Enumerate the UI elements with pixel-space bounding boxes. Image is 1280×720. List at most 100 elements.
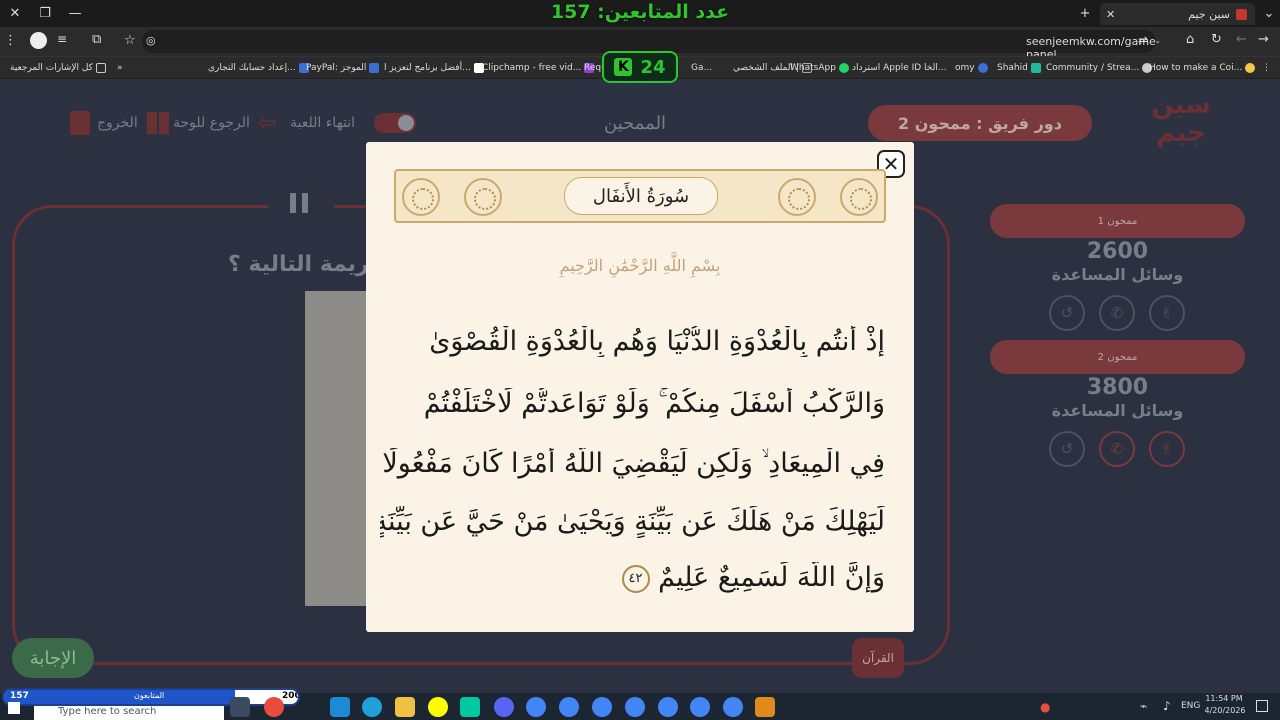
chrome-icon[interactable] — [526, 697, 546, 717]
volume-icon[interactable]: ♪ — [1163, 699, 1171, 713]
surah-title: سُورَةُ الأَنفَال — [564, 177, 718, 215]
team-1-call-lifeline-icon[interactable]: ✆ — [1099, 295, 1135, 331]
site-favicon — [1236, 8, 1247, 20]
windows-start-icon[interactable] — [8, 702, 20, 714]
quran-button[interactable]: القرآن — [852, 638, 904, 678]
chrome-icon[interactable] — [723, 697, 743, 717]
notifications-icon[interactable] — [1256, 700, 1268, 712]
bookmark-item[interactable]: How to make a Coi... — [1149, 61, 1256, 75]
new-tab-button[interactable]: + — [1070, 0, 1100, 27]
back-to-board-button[interactable]: الرجوع للوحة — [173, 115, 250, 131]
bookmarks-more-icon[interactable]: ⋮ — [1262, 61, 1271, 75]
bookmark-item[interactable]: WhatsApp — [790, 61, 849, 75]
restore-window-icon[interactable]: ❐ — [30, 0, 60, 27]
network-icon[interactable]: ⌁ — [1140, 699, 1147, 713]
search-box[interactable]: Type here to search — [34, 706, 224, 720]
tab-close-icon[interactable]: ✕ — [1106, 8, 1115, 21]
chrome-icon[interactable] — [690, 697, 710, 717]
bookmark-item[interactable]: أفضل برنامج لتعزيز ا... — [384, 61, 484, 75]
ayah-line-4: لِّيَهْلِكَ مَنْ هَلَكَ عَن بَيِّنَةٍ وَ… — [380, 506, 885, 537]
reader-mode-icon[interactable]: ◎ — [146, 34, 156, 47]
tab-search-icon[interactable]: ⌄ — [1254, 0, 1280, 27]
task-view-icon[interactable] — [230, 697, 250, 717]
extensions-icon[interactable]: ⧉ — [92, 32, 101, 47]
file-explorer-icon[interactable] — [395, 697, 415, 717]
site-icon — [977, 63, 988, 73]
app-icon[interactable] — [460, 697, 480, 717]
back-icon[interactable]: → — [1258, 32, 1269, 47]
bookmark-all-folder[interactable]: كل الإشارات المرجعية — [10, 61, 106, 75]
bookmark-item[interactable]: Community / Strea... — [1046, 61, 1153, 75]
omnibox[interactable]: ☆ ◎ seenjeemkw.com/game-panel ⇌ — [124, 30, 1160, 61]
browser-tab[interactable]: ✕ سين جيم — [1100, 3, 1255, 25]
bookmark-item[interactable]: Clipchamp - free vid... — [482, 61, 595, 75]
whatsapp-icon — [838, 63, 849, 73]
copilot-icon[interactable] — [264, 697, 284, 717]
site-settings-icon[interactable]: ⇌ — [1138, 33, 1148, 47]
bookmark-item[interactable]: استرداد Apple ID الخا... — [852, 61, 946, 75]
clock-date[interactable]: 4/20/2026 — [1198, 706, 1252, 715]
microphone-icon[interactable]: ● — [1040, 700, 1050, 714]
app-icon[interactable] — [755, 697, 775, 717]
media-control-icon[interactable]: ≡ — [57, 32, 67, 46]
basmala: بِسْمِ اللَّهِ الرَّحْمَٰنِ الرَّحِيمِ — [559, 256, 721, 275]
bookmark-label: Ga... — [691, 63, 713, 73]
bookmark-label: omy — [955, 63, 975, 73]
followers-overlay-title: عدد المتابعين: 157 — [550, 1, 730, 23]
toggle-knob — [398, 115, 414, 131]
team-2-call-lifeline-icon[interactable]: ✆ — [1099, 431, 1135, 467]
team-2-hand-lifeline-icon[interactable]: ✌ — [1149, 431, 1185, 467]
timer-value: 24 — [640, 56, 666, 78]
chrome-icon[interactable] — [592, 697, 612, 717]
turn-indicator: دور فريق : ممحون 2 — [868, 105, 1092, 141]
menu-dots-icon[interactable]: ⋮ — [4, 33, 17, 48]
clock-time[interactable]: 11:54 PM — [1200, 694, 1248, 703]
ayah-line-2: وَالرَّكْبُ أَسْفَلَ مِنكُمْ ۚ وَلَوْ تَ… — [423, 388, 885, 419]
surah-header-frame: سُورَةُ الأَنفَال — [394, 169, 886, 223]
taskbar: 157 المتابعون 200 Type here to search ● … — [0, 688, 1280, 720]
bookmark-item[interactable]: Ga... — [691, 61, 712, 75]
pause-icon — [302, 193, 308, 213]
minimize-window-icon[interactable]: — — [60, 0, 90, 27]
center-label: الممحين — [604, 113, 667, 134]
tab-title: سين جيم — [1188, 7, 1230, 21]
team-2-name: ممحون 2 — [990, 340, 1245, 374]
ornament-rosette — [464, 178, 502, 216]
kick-timer-badge: K 24 — [602, 51, 678, 83]
ayah-line-3: فِي الْمِيعَادِ ۙ وَلَٰكِن لِّيَقْضِيَ ا… — [382, 448, 885, 479]
close-window-icon[interactable]: ✕ — [0, 0, 30, 27]
team-1-hand-lifeline-icon[interactable]: ✌ — [1149, 295, 1185, 331]
arrow-back-icon[interactable]: ⇦ — [258, 111, 276, 136]
bookmark-item[interactable]: Shahid — [997, 61, 1041, 75]
end-game-button[interactable]: انتهاء اللعبة — [290, 115, 355, 131]
exit-icon[interactable] — [70, 111, 90, 135]
end-game-toggle[interactable] — [374, 113, 416, 133]
bookmark-item[interactable]: omy — [955, 61, 988, 75]
snapchat-icon[interactable] — [428, 697, 448, 717]
board-grid-icon[interactable] — [147, 112, 169, 134]
bookmark-star-icon[interactable]: ☆ — [124, 33, 136, 48]
outlook-icon[interactable] — [330, 697, 350, 717]
team-2-skip-lifeline-icon[interactable]: ↺ — [1049, 431, 1085, 467]
bookmark-label: PayPal: الموجز — [306, 63, 367, 73]
profile-icon[interactable] — [30, 32, 47, 49]
exit-button[interactable]: الخروج — [97, 115, 138, 131]
answer-button[interactable]: الإجابة — [12, 638, 94, 678]
forward-icon[interactable]: ← — [1236, 32, 1247, 47]
bookmarks-overflow-icon[interactable]: » — [117, 61, 123, 75]
pause-button[interactable] — [268, 185, 334, 221]
bookmark-label: إعداد حسابك التجاري... — [208, 63, 296, 73]
chrome-icon[interactable] — [625, 697, 645, 717]
team-1-skip-lifeline-icon[interactable]: ↺ — [1049, 295, 1085, 331]
chrome-icon[interactable] — [559, 697, 579, 717]
bookmark-item[interactable]: إعداد حسابك التجاري... — [208, 61, 309, 75]
team-1-name: ممحون 1 — [990, 204, 1245, 238]
bookmark-item[interactable]: PayPal: الموجز — [306, 61, 380, 75]
edge-icon[interactable] — [362, 697, 382, 717]
bookmark-label: Community / Strea... — [1046, 63, 1140, 73]
chrome-icon[interactable] — [658, 697, 678, 717]
folder-icon — [95, 63, 106, 73]
discord-icon[interactable] — [494, 697, 514, 717]
home-icon[interactable]: ⌂ — [1186, 32, 1194, 47]
reload-icon[interactable]: ↻ — [1211, 32, 1222, 47]
